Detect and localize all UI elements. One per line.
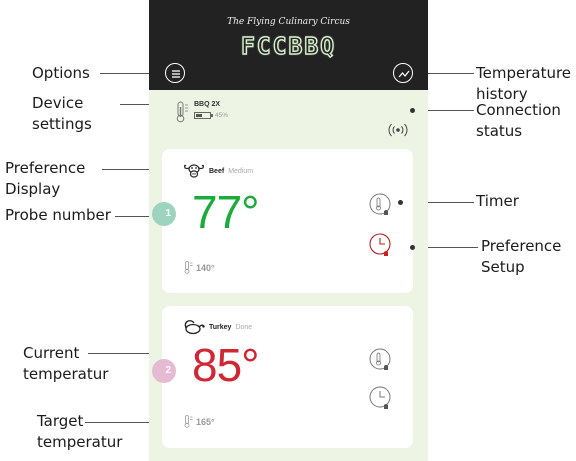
annotation-connection: Connection status [476,100,561,142]
device-name[interactable]: BBQ 2X [194,101,220,108]
target-temperature-row[interactable]: 165° [184,415,215,428]
menu-icon [172,70,180,78]
annotation-options: Options [32,64,90,82]
annotation-preference-display-line1: Preference [5,159,86,177]
annotation-device-settings-line1: Device [32,94,84,112]
annotation-preference-setup-line2: Setup [481,258,525,276]
preference-display[interactable]: Turkey Done [183,319,252,335]
brand-tagline: The Flying Culinary Circus [227,17,350,27]
current-temperature: 77° [192,186,260,238]
battery-level-fill [196,114,202,117]
thermometer-icon [184,415,193,428]
annotation-current-temp: Current temperatur [23,343,108,385]
annotation-target-temp: Target temperatur [37,411,122,453]
battery-tip [211,114,213,117]
temperature-history-button[interactable] [393,63,413,83]
annotation-preference-setup: Preference Setup [481,236,561,278]
doneness: Medium [228,167,254,175]
brand-logo: FCCBBQ [240,33,337,60]
annotation-target-temp-line2: temperatur [37,433,123,451]
annotation-device-settings: Device settings [32,93,92,135]
battery-icon [194,112,211,119]
cow-icon [184,164,204,178]
probe-card[interactable]: Beef Medium 1 77° 140° [152,149,413,293]
annotation-preference-setup-line1: Preference [481,237,562,255]
annotation-dot-connection [410,108,415,113]
options-button[interactable] [165,63,185,83]
annotation-preference-display: Preference Display [5,158,85,200]
probe-number-badge: 2 [152,359,176,383]
trend-chart-icon [398,70,410,78]
current-temperature: 85° [192,339,260,391]
target-temperature: 140° [196,262,215,273]
annotation-temp-history-line1: Temperature [476,64,572,82]
wireless-signal-icon[interactable] [385,120,411,140]
annotation-probe-number: Probe number [5,206,111,224]
annotation-dot-setup [410,245,415,250]
thermometer-icon [184,261,193,274]
annotation-device-settings-line2: settings [32,115,92,133]
annotation-current-temp-line2: temperatur [23,365,109,383]
annotation-timer: Timer [476,192,519,210]
preference-display[interactable]: Beef Medium [183,163,253,179]
device-settings-thermometer-icon[interactable] [175,101,189,123]
timer-alarm-button[interactable] [369,193,393,217]
doneness: Done [235,323,253,331]
annotation-connection-line1: Connection [476,101,561,119]
turkey-icon [184,320,205,335]
meat-type: Beef [209,167,225,175]
annotation-temp-history: Temperature history [476,63,571,105]
annotation-dot-timer [398,200,403,205]
target-temperature-row[interactable]: 140° [184,261,215,274]
annotation-connection-line2: status [476,122,523,140]
app-header: The Flying Culinary Circus FCCBBQ [149,0,428,90]
annotation-preference-display-line2: Display [5,180,61,198]
timer-alarm-button[interactable] [369,348,393,372]
preference-setup-button[interactable] [369,233,393,257]
battery-percentage: 45% [215,112,229,119]
meat-type: Turkey [209,323,232,331]
target-temperature: 165° [196,416,215,427]
probe-card[interactable]: Turkey Done 2 85° 165° [152,306,413,448]
probe-number-badge: 1 [152,202,176,226]
preference-setup-button[interactable] [369,386,393,410]
app-screen: The Flying Culinary Circus FCCBBQ BBQ 2X… [149,0,428,461]
